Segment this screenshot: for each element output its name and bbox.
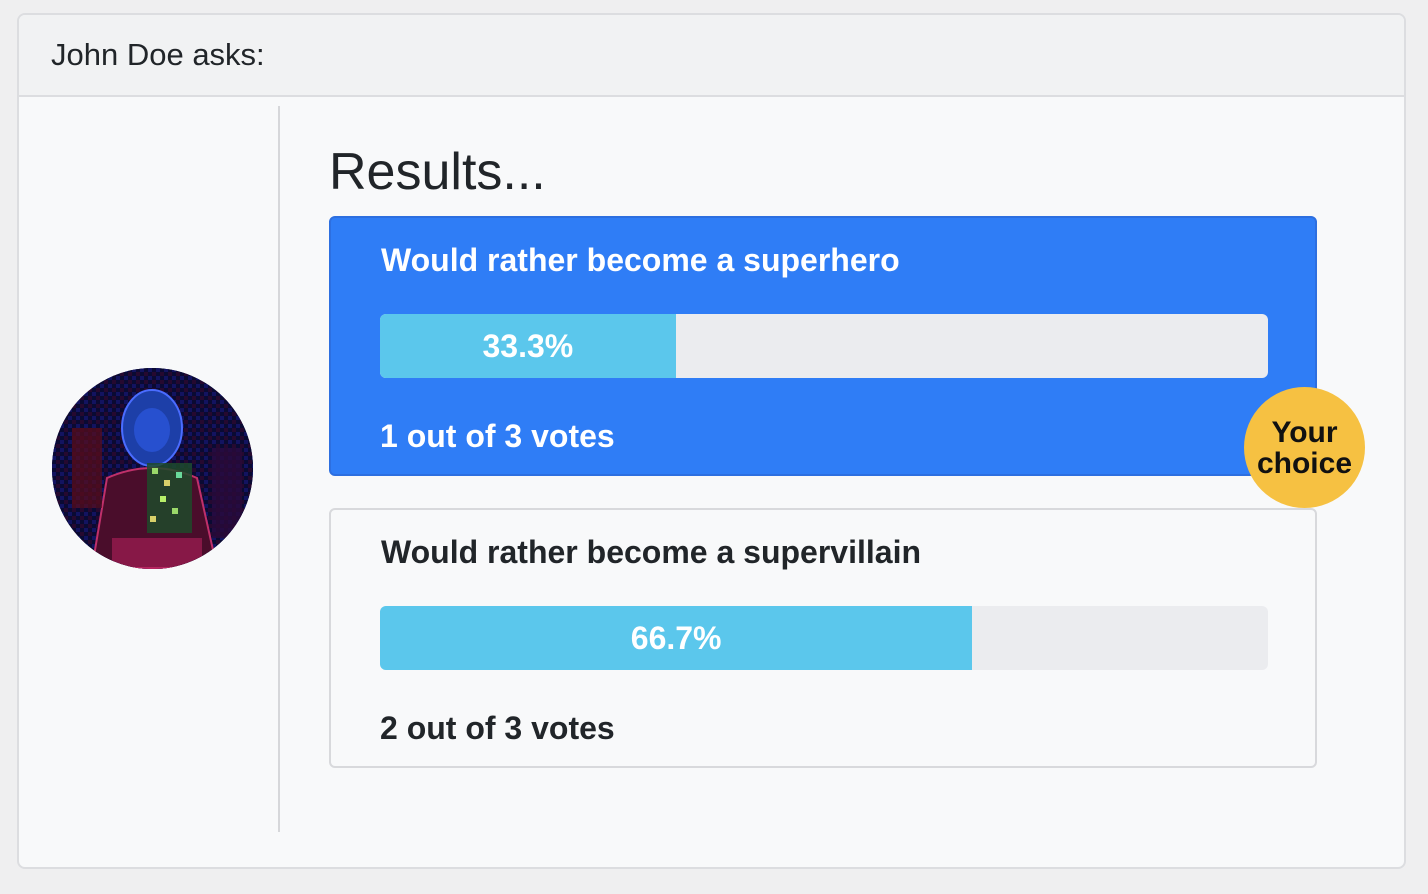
progress-bar: 33.3% — [380, 314, 676, 378]
badge-line-1: Your — [1271, 415, 1338, 449]
avatar — [52, 368, 253, 569]
progress-label: 33.3% — [482, 327, 574, 364]
option-text: Would rather become a superhero — [381, 242, 900, 278]
progress-label: 66.7% — [630, 619, 722, 656]
votes-count: 1 out of 3 votes — [380, 418, 615, 454]
avatar-icon — [52, 368, 253, 569]
progress-track: 33.3% — [380, 314, 1268, 378]
progress-bar: 66.7% — [380, 606, 973, 670]
progress-track: 66.7% — [380, 606, 1268, 670]
option-superhero: Would rather become a superhero 33.3% 1 … — [329, 216, 1317, 476]
option-supervillain: Would rather become a supervillain 66.7%… — [329, 508, 1317, 768]
vertical-divider — [278, 106, 280, 832]
option-text: Would rather become a supervillain — [381, 534, 921, 570]
your-choice-badge: Your choice — [1244, 387, 1365, 508]
badge-line-2: choice — [1256, 446, 1353, 480]
asker-label: John Doe asks: — [51, 37, 265, 72]
results-title: Results... — [329, 143, 546, 201]
votes-count: 2 out of 3 votes — [380, 710, 615, 746]
card-header: John Doe asks: — [19, 15, 1404, 97]
